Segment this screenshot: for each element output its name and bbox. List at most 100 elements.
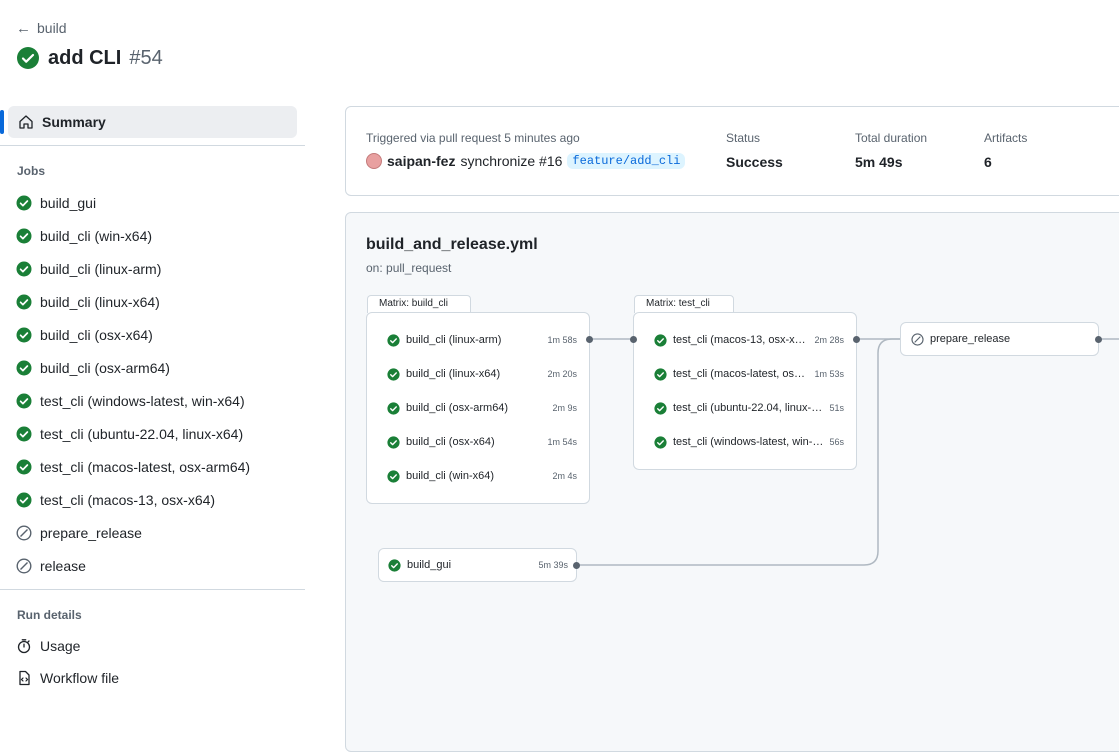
check-circle-icon	[16, 195, 32, 210]
job-node: build_gui 5m 39s	[388, 549, 568, 581]
sidebar-item-label: release	[40, 557, 86, 574]
sidebar-item-job[interactable]: test_cli (macos-latest, osx-arm64)	[16, 450, 250, 483]
job-node: prepare_release	[911, 323, 1090, 355]
job-node-build-gui[interactable]: build_gui 5m 39s	[378, 548, 577, 582]
back-link[interactable]: ← build	[16, 20, 67, 36]
sidebar-item-workflow-file[interactable]: Workflow file	[16, 662, 119, 694]
job-node[interactable]: test_cli (macos-latest, osx-arm64) 1m 53s	[654, 357, 844, 391]
connector-dot	[1095, 336, 1102, 343]
matrix-test-tab: Matrix: test_cli	[634, 295, 734, 313]
job-node-label: build_cli (osx-arm64)	[406, 402, 509, 414]
file-code-icon	[19, 670, 30, 686]
check-circle-icon	[17, 47, 39, 69]
status-value: Success	[726, 154, 783, 170]
sidebar-item-label: build_cli (linux-arm)	[40, 260, 162, 277]
job-node-label: test_cli (ubuntu-22.04, linux-x64)	[673, 402, 824, 414]
check-circle-icon	[654, 401, 667, 415]
sidebar-item-label: prepare_release	[40, 524, 142, 541]
sidebar-item-job[interactable]: build_cli (osx-arm64)	[16, 351, 170, 384]
sidebar-item-job[interactable]: build_cli (linux-x64)	[16, 285, 160, 318]
skip-icon	[16, 524, 32, 541]
check-circle-icon	[387, 401, 400, 415]
divider	[0, 589, 305, 590]
job-node-label: test_cli (macos-latest, osx-arm64)	[673, 368, 809, 380]
sidebar-item-label: Summary	[42, 114, 106, 130]
job-node-label: prepare_release	[930, 333, 1011, 345]
sidebar-item-label: test_cli (macos-13, osx-x64)	[40, 491, 216, 508]
actor-link[interactable]: saipan-fez	[387, 153, 455, 169]
back-link-label: build	[37, 20, 67, 36]
skip-icon	[911, 332, 924, 346]
job-node[interactable]: test_cli (macos-13, osx-x64) 2m 28s	[654, 323, 844, 357]
matrix-build-tab: Matrix: build_cli	[367, 295, 471, 313]
sidebar-item-usage[interactable]: Usage	[16, 630, 80, 662]
job-node[interactable]: build_cli (osx-x64) 1m 54s	[387, 425, 577, 459]
job-node-duration: 1m 54s	[547, 437, 577, 447]
job-node[interactable]: build_cli (osx-arm64) 2m 9s	[387, 391, 577, 425]
check-circle-icon	[654, 333, 667, 347]
job-node-duration: 2m 28s	[814, 335, 844, 345]
job-node[interactable]: build_cli (linux-arm) 1m 58s	[387, 323, 577, 357]
skip-icon	[16, 557, 32, 574]
sidebar-item-label: test_cli (macos-latest, osx-arm64)	[40, 458, 251, 475]
sidebar-item-job[interactable]: build_gui	[16, 186, 96, 219]
check-circle-icon	[16, 327, 32, 342]
job-node-label: test_cli (macos-13, osx-x64)	[673, 334, 809, 346]
job-node-duration: 5m 39s	[538, 560, 568, 570]
avatar[interactable]	[366, 153, 382, 169]
job-node-duration: 2m 9s	[552, 403, 577, 413]
divider	[0, 145, 305, 146]
connector-dot	[630, 336, 637, 343]
job-node-label: build_cli (osx-x64)	[406, 436, 495, 448]
job-node-label: build_cli (linux-arm)	[406, 334, 502, 346]
job-node-duration: 51s	[829, 403, 844, 413]
sidebar-item-label: Workflow file	[40, 670, 120, 686]
matrix-build-box: build_cli (linux-arm) 1m 58s build_cli (li…	[366, 312, 590, 504]
check-circle-icon	[16, 228, 32, 243]
job-node-duration: 1m 58s	[547, 335, 577, 345]
sidebar-item-label: test_cli (windows-latest, win-x64)	[40, 392, 245, 409]
check-circle-icon	[16, 492, 32, 507]
artifacts-value[interactable]: 6	[984, 154, 992, 170]
check-circle-icon	[654, 367, 667, 381]
connector-dot	[586, 336, 593, 343]
run-details-heading: Run details	[17, 608, 82, 622]
trigger-text: Triggered via pull request 5 minutes ago	[366, 131, 580, 145]
artifacts-label: Artifacts	[984, 131, 1028, 145]
job-node[interactable]: test_cli (ubuntu-22.04, linux-x64) 51s	[654, 391, 844, 425]
sidebar-item-job[interactable]: prepare_release	[16, 516, 142, 549]
run-title: add CLI	[48, 46, 122, 69]
sidebar-item-label: build_cli (osx-arm64)	[40, 359, 170, 376]
job-node-duration: 56s	[829, 437, 844, 447]
check-circle-icon	[16, 294, 32, 309]
sidebar-item-job[interactable]: test_cli (ubuntu-22.04, linux-x64)	[16, 417, 243, 450]
sidebar-item-job[interactable]: release	[16, 549, 86, 582]
run-number: #54	[129, 46, 163, 69]
job-node[interactable]: build_cli (win-x64) 2m 4s	[387, 459, 577, 493]
sidebar-item-label: build_cli (linux-x64)	[40, 293, 160, 310]
job-node-prepare-release[interactable]: prepare_release	[900, 322, 1099, 356]
branch-badge[interactable]: feature/add_cli	[567, 153, 686, 169]
job-node-duration: 2m 4s	[552, 471, 577, 481]
check-circle-icon	[388, 558, 401, 572]
sidebar-item-job[interactable]: test_cli (windows-latest, win-x64)	[16, 384, 245, 417]
job-node[interactable]: test_cli (windows-latest, win-x64) 56s	[654, 425, 844, 459]
sidebar-item-label: Usage	[40, 638, 81, 654]
sidebar-item-job[interactable]: build_cli (win-x64)	[16, 219, 152, 252]
job-node-label: build_gui	[407, 559, 452, 571]
active-indicator	[0, 110, 4, 134]
duration-value: 5m 49s	[855, 154, 903, 170]
check-circle-icon	[654, 435, 667, 449]
job-node-label: build_cli (win-x64)	[406, 470, 495, 482]
status-label: Status	[726, 131, 761, 145]
job-node-duration: 1m 53s	[814, 369, 844, 379]
job-node-label: build_cli (linux-x64)	[406, 368, 501, 380]
sidebar-item-job[interactable]: build_cli (linux-arm)	[16, 252, 161, 285]
matrix-test-box: test_cli (macos-13, osx-x64) 2m 28s test_c…	[633, 312, 857, 470]
sidebar-item-job[interactable]: test_cli (macos-13, osx-x64)	[16, 483, 215, 516]
job-node[interactable]: build_cli (linux-x64) 2m 20s	[387, 357, 577, 391]
sidebar-item-summary[interactable]: Summary	[8, 106, 297, 138]
sidebar-item-job[interactable]: build_cli (osx-x64)	[16, 318, 153, 351]
workflow-name: build_and_release.yml	[366, 236, 538, 253]
arrow-left-icon: ←	[16, 19, 31, 37]
